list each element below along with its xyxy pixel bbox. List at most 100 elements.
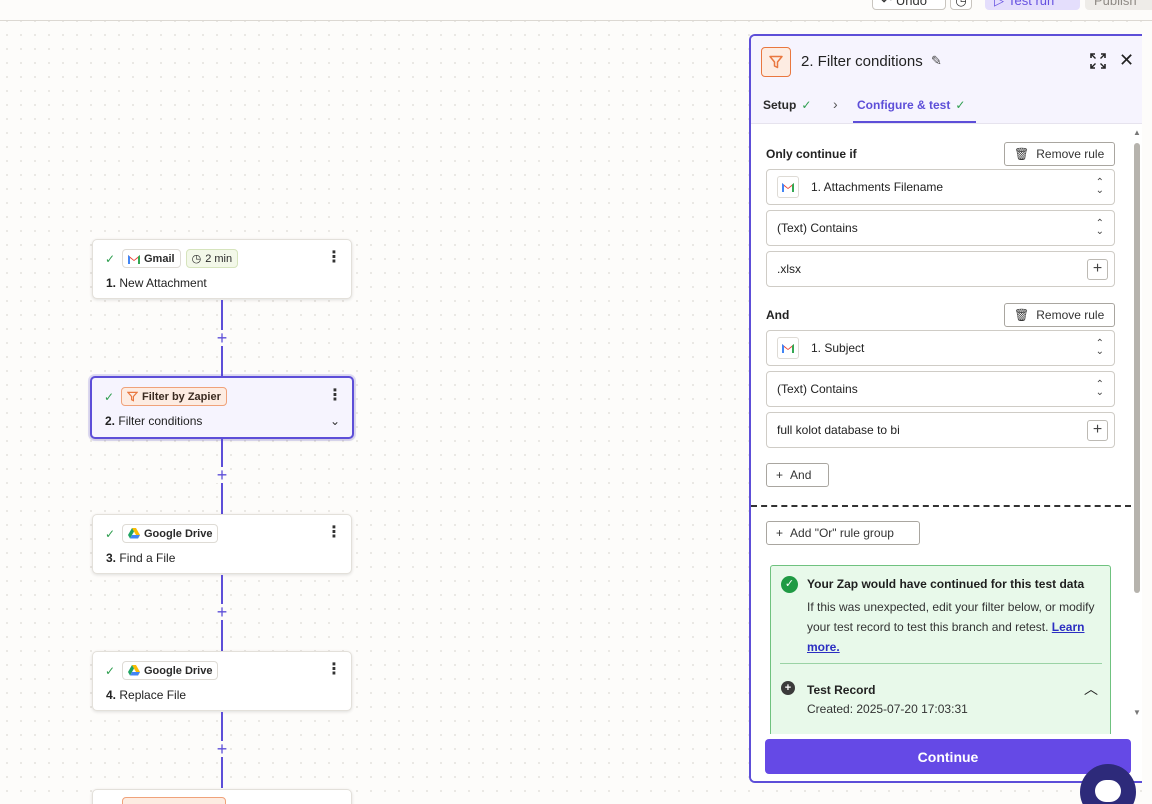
step-number: 3. [106,551,117,565]
zap-step-1[interactable]: ✓ Gmail ◷ 2 min ⋮ 1. New Attachment [92,239,352,299]
publish-button[interactable]: Publish [1085,0,1152,10]
rule2-condition-value: (Text) Contains [777,382,858,396]
google-drive-icon [128,528,140,539]
chevron-up-icon[interactable]: ︿ [1084,679,1098,699]
step-name: Find a File [119,551,176,565]
rule1-field-select[interactable]: 1. Attachments Filename ⌃ ⌄ [766,169,1115,205]
add-and-label: And [790,468,812,482]
test-record-title[interactable]: Test Record [807,683,875,697]
step-config-panel: 2. Filter conditions ✎ ✕ Setup ✓ › Confi… [749,34,1142,783]
filter-icon [127,391,138,402]
clock-icon: ◷ [191,253,202,265]
scroll-up-icon[interactable]: ▲ [1133,128,1141,137]
zap-step-3[interactable]: ✓ Google Drive ⋮ 3. Find a File [92,514,352,574]
rule1-condition-value: (Text) Contains [777,221,858,235]
rule1-value-text: .xlsx [777,262,801,276]
rule2-condition-select[interactable]: (Text) Contains ⌃ ⌄ [766,371,1115,407]
rule2-field-value: 1. Subject [811,341,865,355]
panel-tabs: Setup ✓ › Configure & test ✓ [751,86,1142,124]
undo-label: Undo [895,0,927,8]
insert-data-plus-icon[interactable]: + [1087,259,1108,280]
app-name: Google Drive [144,664,213,677]
undo-button[interactable]: ↶ Undo [872,0,946,10]
pencil-icon[interactable]: ✎ [931,53,942,69]
top-toolbar: ↶ Undo ◷ ▷ Test run Publish [0,0,1152,21]
trash-icon: 🗑 [1014,308,1030,322]
scroll-down-icon[interactable]: ▼ [1133,708,1141,717]
poll-time: 2 min [205,252,233,265]
rule2-value-input[interactable]: full kolot database to bi + [766,412,1115,448]
panel-title: 2. Filter conditions [801,53,923,70]
check-icon: ✓ [955,98,966,112]
updown-caret-icon: ⌃ ⌄ [1095,218,1104,237]
check-icon: ✓ [105,663,116,678]
result-title: Your Zap would have continued for this t… [807,577,1085,591]
tab-setup[interactable]: Setup ✓ [763,98,811,112]
record-plus-icon: + [781,681,795,695]
add-step-plus-icon[interactable]: + [214,466,230,484]
panel-header: 2. Filter conditions ✎ ✕ [751,36,1142,86]
zap-step-5[interactable] [92,789,352,804]
add-step-plus-icon[interactable]: + [214,603,230,621]
add-and-rule-button[interactable]: + And [766,463,829,487]
zap-step-4[interactable]: ✓ Google Drive ⋮ 4. Replace File [92,651,352,711]
app-pill-filter [122,797,226,804]
rule1-condition-select[interactable]: (Text) Contains ⌃ ⌄ [766,210,1115,246]
tab-label: Configure & test [857,98,951,112]
chevron-down-icon[interactable]: ⌄ [330,414,340,428]
close-icon[interactable]: ✕ [1119,50,1134,71]
remove-rule-label: Remove rule [1036,147,1105,161]
history-button[interactable]: ◷ [950,0,972,10]
rule2-value-text: full kolot database to bi [777,423,900,437]
add-or-group-label: Add "Or" rule group [790,526,894,540]
updown-caret-icon: ⌃ ⌄ [1095,338,1104,357]
rule1-field-value: 1. Attachments Filename [811,180,944,194]
app-pill-gmail: Gmail [122,249,181,268]
undo-icon: ↶ [881,0,892,8]
tab-label: Setup [763,98,797,112]
step-number: 1. [106,276,117,290]
step-menu-icon[interactable]: ⋮ [327,388,343,404]
success-check-icon: ✓ [781,576,798,593]
check-icon: ✓ [801,98,812,112]
or-group-divider [751,505,1131,507]
gmail-icon [128,254,140,264]
step-title: 1. New Attachment [106,276,207,290]
app-name: Filter by Zapier [142,390,221,403]
panel-scrollbar[interactable]: ▲ ▼ [1133,128,1141,718]
continue-button[interactable]: Continue [765,739,1131,774]
active-tab-indicator [853,121,976,123]
remove-rule-label: Remove rule [1036,308,1105,322]
rule1-value-input[interactable]: .xlsx + [766,251,1115,287]
step-menu-icon[interactable]: ⋮ [326,525,342,541]
add-step-plus-icon[interactable]: + [214,740,230,758]
remove-rule-button[interactable]: 🗑 Remove rule [1004,303,1115,327]
insert-data-plus-icon[interactable]: + [1087,420,1108,441]
add-step-plus-icon[interactable]: + [214,329,230,347]
rule2-field-select[interactable]: 1. Subject ⌃ ⌄ [766,330,1115,366]
add-or-rule-group-button[interactable]: + Add "Or" rule group [766,521,920,545]
step-name: Filter conditions [118,414,203,428]
expand-icon[interactable] [1089,52,1107,70]
chat-icon [1095,780,1121,802]
gmail-icon [777,337,799,359]
check-icon: ✓ [104,389,115,404]
scroll-thumb[interactable] [1134,143,1140,593]
history-icon: ◷ [955,0,967,8]
test-run-label: Test run [1008,0,1055,8]
plus-icon: + [776,526,784,540]
panel-footer: Continue [751,734,1142,781]
remove-rule-button[interactable]: 🗑 Remove rule [1004,142,1115,166]
test-run-button[interactable]: ▷ Test run [985,0,1080,10]
result-message: If this was unexpected, edit your filter… [807,597,1102,657]
and-label: And [766,308,790,322]
app-pill-filter: Filter by Zapier [121,387,227,406]
chevron-right-icon: › [833,96,838,112]
step-menu-icon[interactable]: ⋮ [326,662,342,678]
filter-icon [761,47,791,77]
step-menu-icon[interactable]: ⋮ [326,250,342,266]
step-title: 2. Filter conditions [105,414,202,428]
zap-step-2[interactable]: ✓ Filter by Zapier ⋮ 2. Filter condition… [90,376,354,439]
tab-configure-test[interactable]: Configure & test ✓ [857,98,965,112]
step-title: 3. Find a File [106,551,175,565]
